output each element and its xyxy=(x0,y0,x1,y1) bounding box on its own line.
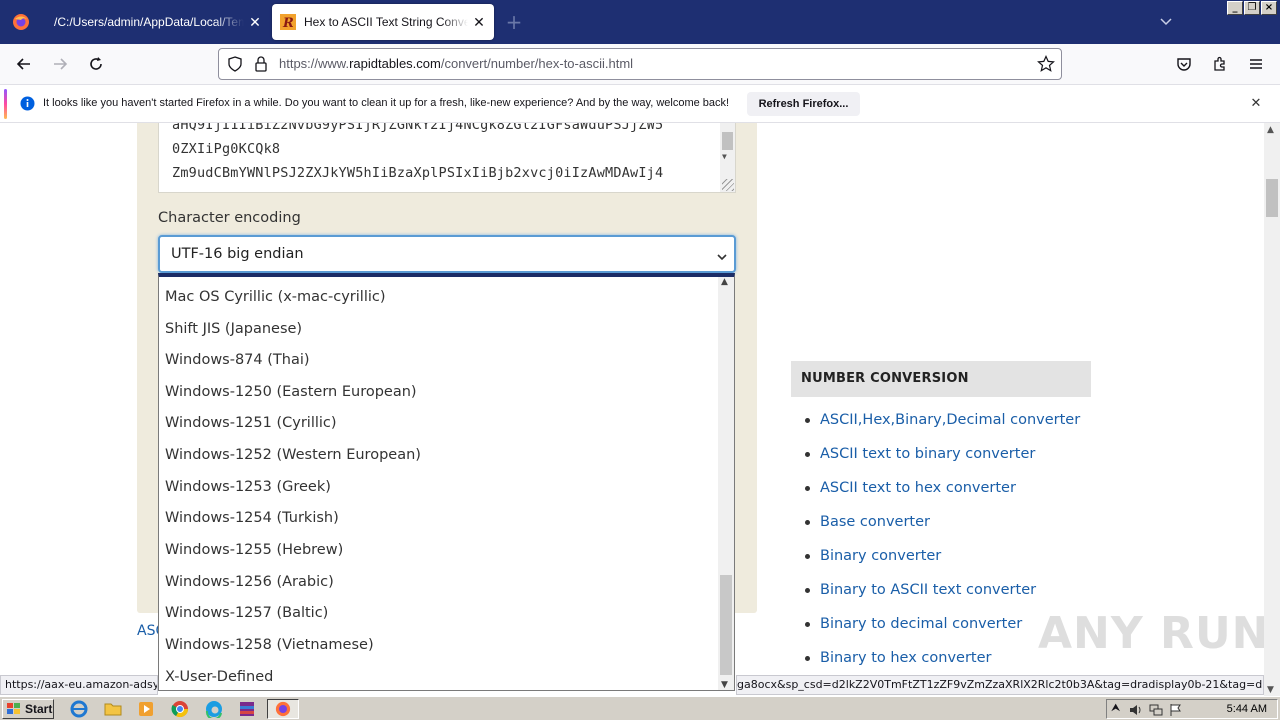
tab-strip: /C:/Users/admin/AppData/Local/Temp/Rar ✕… xyxy=(0,0,1280,44)
encoding-option[interactable]: Mac OS Cyrillic (x-mac-cyrillic) xyxy=(165,289,386,305)
start-label: Start xyxy=(25,702,53,716)
notification-text: It looks like you haven't started Firefo… xyxy=(43,97,730,109)
scrollbar-thumb[interactable] xyxy=(722,132,733,150)
encoding-option[interactable]: Windows-1254 (Turkish) xyxy=(165,510,339,526)
encoding-options-list[interactable]: Mac OS Cyrillic (x-mac-cyrillic) Shift J… xyxy=(158,273,735,691)
page-scrollbar[interactable]: ▲ ▼ xyxy=(1264,123,1280,697)
system-tray: ⮝ 5:44 AM xyxy=(1106,699,1278,719)
chrome-icon[interactable] xyxy=(171,700,189,718)
network-icon[interactable] xyxy=(1149,702,1163,720)
character-encoding-label: Character encoding xyxy=(158,210,301,226)
firefox-menu-icon[interactable] xyxy=(0,0,42,44)
sidebar-link[interactable]: ASCII,Hex,Binary,Decimal converter xyxy=(805,403,1080,437)
media-player-icon[interactable] xyxy=(137,700,155,718)
scroll-up-icon[interactable]: ▲ xyxy=(1267,125,1274,135)
ie-icon[interactable] xyxy=(70,700,88,718)
encoding-option[interactable]: Shift JIS (Japanese) xyxy=(165,321,302,337)
list-all-tabs-icon[interactable] xyxy=(1156,12,1176,32)
encoding-option[interactable]: X-User-Defined xyxy=(165,669,273,685)
reload-icon[interactable] xyxy=(82,50,110,78)
sidebar-header: NUMBER CONVERSION xyxy=(791,361,1091,397)
scroll-up-icon[interactable]: ▲ xyxy=(721,277,728,287)
sidebar-link[interactable]: Binary to ASCII text converter xyxy=(805,573,1080,607)
selected-encoding: UTF-16 big endian xyxy=(171,246,304,262)
textarea-line: aHQ9IjI1IiBiZ2NvbG9yPSIjRjZGNkY2Ij4NCgk8… xyxy=(172,123,664,133)
encoding-option[interactable]: Windows-1256 (Arabic) xyxy=(165,574,334,590)
tab-local-file[interactable]: /C:/Users/admin/AppData/Local/Temp/Rar ✕ xyxy=(46,4,270,40)
folder-icon[interactable] xyxy=(104,700,122,718)
pocket-icon[interactable] xyxy=(1170,50,1198,78)
lock-icon[interactable] xyxy=(254,56,268,76)
encoding-option[interactable]: Windows-1252 (Western European) xyxy=(165,447,421,463)
back-icon[interactable] xyxy=(10,50,38,78)
encoding-option[interactable]: Windows-1258 (Vietnamese) xyxy=(165,637,374,653)
scrollbar-thumb[interactable] xyxy=(1266,179,1278,217)
info-icon xyxy=(20,96,35,115)
forward-icon[interactable] xyxy=(46,50,74,78)
url-prefix: https://www. xyxy=(279,56,350,71)
chevron-down-icon xyxy=(716,248,728,261)
hamburger-menu-icon[interactable] xyxy=(1242,50,1270,78)
navigation-toolbar: https://www.rapidtables.com/convert/numb… xyxy=(0,44,1280,84)
notification-bar: It looks like you haven't started Firefo… xyxy=(0,84,1280,123)
link-status-bar-overflow: ga8ocx&sp_csd=d2lkZ2V0TmFtZT1zZF9vZmZzaX… xyxy=(736,675,1264,695)
new-tab-icon[interactable]: + xyxy=(502,10,526,34)
encoding-option[interactable]: Windows-1255 (Hebrew) xyxy=(165,542,343,558)
dropdown-scrollbar[interactable]: ▲ ▼ xyxy=(718,277,734,690)
encoding-option[interactable]: Windows-1257 (Baltic) xyxy=(165,605,328,621)
clock: 5:44 AM xyxy=(1226,703,1267,715)
textarea-line: 0ZXIiPg0KCQk8 xyxy=(172,141,281,157)
tracking-protection-shield-icon[interactable] xyxy=(227,56,243,76)
address-bar[interactable]: https://www.rapidtables.com/convert/numb… xyxy=(218,48,1062,80)
bookmark-star-icon[interactable] xyxy=(1037,55,1055,77)
encoding-option[interactable]: Windows-1253 (Greek) xyxy=(165,479,331,495)
anyrun-watermark: ANY RUN xyxy=(1038,608,1270,659)
sidebar-title: NUMBER CONVERSION xyxy=(801,371,969,386)
url-text[interactable]: https://www.rapidtables.com/convert/numb… xyxy=(279,49,633,79)
minimize-icon[interactable]: _ xyxy=(1227,1,1243,15)
close-tab-icon[interactable]: ✕ xyxy=(244,11,266,33)
sidebar-link[interactable]: ASCII text to binary converter xyxy=(805,437,1080,471)
encoding-option[interactable]: Windows-874 (Thai) xyxy=(165,352,310,368)
start-button[interactable]: Start xyxy=(2,699,54,719)
scroll-down-icon[interactable]: ▼ xyxy=(1267,685,1274,695)
tab-hex-to-ascii[interactable]: R Hex to ASCII Text String Converter ✕ xyxy=(272,4,494,40)
close-window-icon[interactable]: × xyxy=(1261,1,1277,15)
volume-icon[interactable] xyxy=(1129,702,1143,720)
scrollbar-thumb[interactable] xyxy=(720,575,732,675)
textarea-line: Zm9udCBmYWNlPSJ2ZXJkYW5hIiBzaXplPSIxIiBj… xyxy=(172,165,664,181)
link-status-bar: https://aax-eu.amazon-adsystem.com xyxy=(0,675,158,695)
resize-grip-icon[interactable] xyxy=(722,179,734,191)
encoding-option[interactable]: Windows-1251 (Cyrillic) xyxy=(165,415,337,431)
scroll-down-icon[interactable]: ▼ xyxy=(722,152,727,161)
refresh-firefox-button[interactable]: Refresh Firefox... xyxy=(747,92,860,116)
url-path: /convert/number/hex-to-ascii.html xyxy=(440,56,634,71)
restore-icon[interactable]: ❐ xyxy=(1244,1,1260,15)
firefox-taskbar-button[interactable] xyxy=(267,699,299,719)
sidebar-link[interactable]: Base converter xyxy=(805,505,1080,539)
tab-title: Hex to ASCII Text String Converter xyxy=(304,15,468,29)
encoding-option[interactable]: Windows-1250 (Eastern European) xyxy=(165,384,417,400)
window-controls: _ ❐ × xyxy=(1227,1,1277,15)
winrar-icon[interactable] xyxy=(238,700,256,718)
character-encoding-select[interactable]: UTF-16 big endian xyxy=(158,235,736,273)
hex-input-textarea[interactable]: aHQ9IjI1IiBiZ2NvbG9yPSIjRjZGNkY2Ij4NCgk8… xyxy=(158,123,736,193)
tab-title: /C:/Users/admin/AppData/Local/Temp/Rar xyxy=(54,15,244,29)
sidebar-link[interactable]: ASCII text to hex converter xyxy=(805,471,1080,505)
firefox-icon xyxy=(275,701,291,717)
edge-icon[interactable] xyxy=(205,700,223,720)
action-center-flag-icon[interactable] xyxy=(1169,702,1183,720)
scroll-down-icon[interactable]: ▼ xyxy=(721,680,728,690)
svg-text:R: R xyxy=(282,16,294,30)
windows-logo-icon xyxy=(7,703,20,714)
tray-expand-icon[interactable]: ⮝ xyxy=(1111,701,1120,715)
close-tab-icon[interactable]: ✕ xyxy=(468,11,490,33)
extensions-icon[interactable] xyxy=(1206,50,1234,78)
close-notification-icon[interactable]: ✕ xyxy=(1247,95,1265,113)
rapidtables-favicon-icon: R xyxy=(280,14,296,31)
windows-taskbar: Start ⮝ 5:44 AM xyxy=(0,696,1280,720)
url-domain: rapidtables.com xyxy=(349,56,441,71)
sidebar-link[interactable]: Binary converter xyxy=(805,539,1080,573)
